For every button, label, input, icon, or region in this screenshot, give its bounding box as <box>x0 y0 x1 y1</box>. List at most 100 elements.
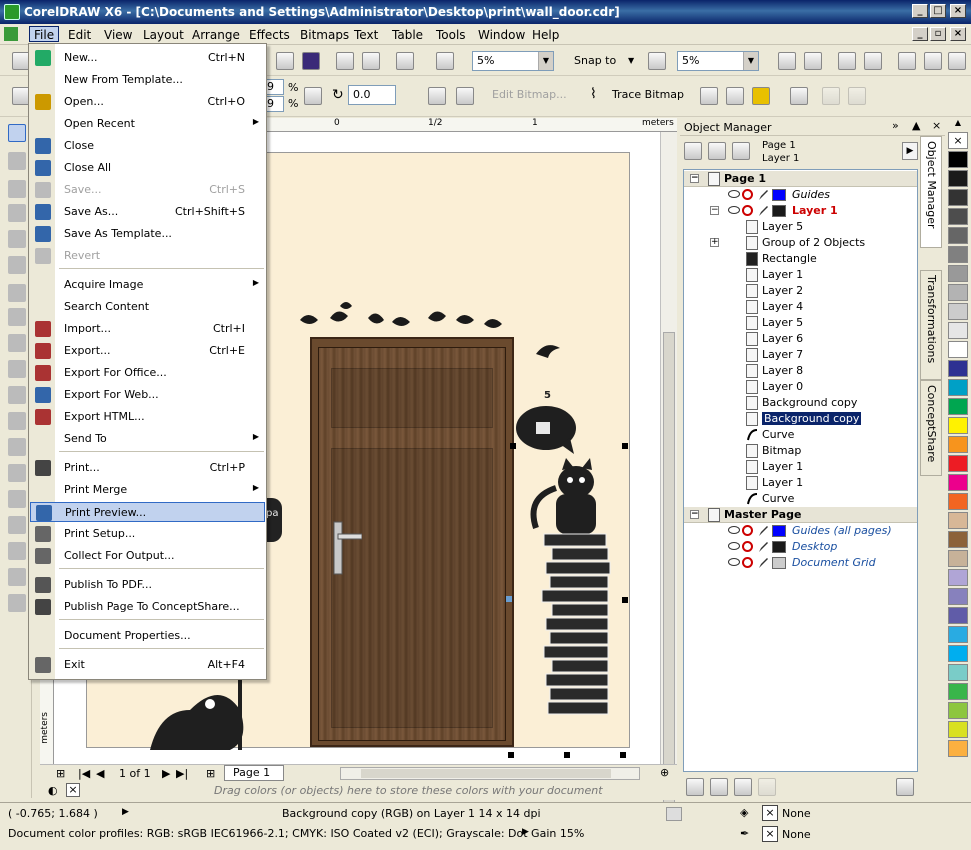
visibility-eye-icon[interactable] <box>728 190 740 198</box>
zoom-in-icon[interactable] <box>778 52 796 70</box>
menu-item-save-as[interactable]: Save As... Ctrl+Shift+S <box>30 202 265 222</box>
editable-pencil-icon[interactable] <box>758 541 768 553</box>
publish-pdf-icon[interactable] <box>362 52 380 70</box>
selection-handle[interactable] <box>622 597 628 603</box>
zoom-out-icon[interactable] <box>804 52 822 70</box>
editable-pencil-icon[interactable] <box>758 525 768 537</box>
zoom-width-icon[interactable] <box>924 52 942 70</box>
layer-color-swatch[interactable] <box>772 205 786 217</box>
menu-tools[interactable]: Tools <box>432 27 470 43</box>
new-master-layer-odd-icon[interactable] <box>758 778 776 796</box>
cat-on-books[interactable] <box>516 452 626 722</box>
tree-object-row[interactable]: Layer 7 <box>684 347 917 363</box>
tree-object-row[interactable]: Background copy <box>684 395 917 411</box>
layer-manager-view-icon[interactable] <box>732 142 750 160</box>
visibility-eye-icon[interactable] <box>728 542 740 550</box>
color-swatch[interactable] <box>948 208 968 225</box>
tab-object-manager[interactable]: Object Manager <box>920 136 942 248</box>
color-swatch[interactable] <box>948 379 968 396</box>
menu-item-print-preview[interactable]: Print Preview... <box>30 502 265 522</box>
lock-ratio-icon[interactable] <box>304 87 322 105</box>
color-swatch[interactable] <box>948 569 968 586</box>
menu-item-publish-conceptshare[interactable]: Publish Page To ConceptShare... <box>30 597 265 617</box>
selection-handle[interactable] <box>506 596 512 602</box>
tree-object-row[interactable]: Layer 8 <box>684 363 917 379</box>
scroll-thumb[interactable] <box>361 769 611 778</box>
undo-icon[interactable] <box>436 52 454 70</box>
color-swatch[interactable] <box>948 265 968 282</box>
color-swatch[interactable] <box>948 436 968 453</box>
proofing-icon[interactable] <box>666 807 682 821</box>
menu-item-print[interactable]: Print... Ctrl+P <box>30 458 265 478</box>
new-master-layer-icon[interactable] <box>710 778 728 796</box>
tree-object-row[interactable]: Curve <box>684 491 917 507</box>
menu-effects[interactable]: Effects <box>245 27 294 43</box>
options-icon[interactable] <box>648 52 666 70</box>
crop-tool-icon[interactable] <box>8 180 26 198</box>
tree-page-row[interactable]: − Page 1 <box>684 171 917 187</box>
application-launcher-icon[interactable] <box>302 52 320 70</box>
page-tab[interactable]: Page 1 <box>224 765 284 781</box>
menu-bitmaps[interactable]: Bitmaps <box>296 27 353 43</box>
tree-object-row[interactable]: Bitmap <box>684 443 917 459</box>
printable-toggle-icon[interactable] <box>742 541 753 552</box>
close-button[interactable]: × <box>950 4 966 18</box>
eyedropper-tool-icon[interactable] <box>8 516 26 534</box>
outline-pen-icon[interactable] <box>8 542 26 560</box>
to-front-icon[interactable] <box>822 87 840 105</box>
editable-pencil-icon[interactable] <box>758 189 768 201</box>
tree-object-row[interactable]: Rectangle <box>684 251 917 267</box>
tree-object-row[interactable]: Layer 5 <box>684 315 917 331</box>
vertical-scrollbar[interactable] <box>660 132 677 832</box>
mirror-vertical-icon[interactable] <box>456 87 474 105</box>
editable-pencil-icon[interactable] <box>758 557 768 569</box>
new-layer-icon[interactable] <box>686 778 704 796</box>
basic-shapes-icon[interactable] <box>8 360 26 378</box>
trace-bitmap-button[interactable]: Trace Bitmap <box>612 88 684 101</box>
color-swatch[interactable] <box>948 626 968 643</box>
menu-item-export-for-office[interactable]: Export For Office... <box>30 363 265 383</box>
menu-item-save[interactable]: Save... Ctrl+S <box>30 180 265 200</box>
docker-expand-icon[interactable]: » <box>892 119 899 132</box>
color-swatch[interactable] <box>948 303 968 320</box>
tree-layer-row[interactable]: Guides (all pages) <box>684 523 917 539</box>
doc-minimize-button[interactable]: _ <box>912 27 928 41</box>
zoom-tool-icon[interactable] <box>8 204 26 222</box>
color-swatch[interactable] <box>948 588 968 605</box>
dimension-tool-icon[interactable] <box>8 438 26 456</box>
color-swatch[interactable] <box>948 740 968 757</box>
fill-tool-icon[interactable] <box>8 568 26 586</box>
expand-icon[interactable]: + <box>710 238 719 247</box>
zoom-all-icon[interactable] <box>864 52 882 70</box>
menu-text[interactable]: Text <box>350 27 382 43</box>
interactive-fill-icon[interactable] <box>8 594 26 612</box>
color-swatch[interactable] <box>948 531 968 548</box>
selection-handle[interactable] <box>620 752 626 758</box>
color-swatch[interactable] <box>948 189 968 206</box>
docker-close-icon[interactable]: × <box>932 119 941 132</box>
shape-tool-icon[interactable] <box>8 152 26 170</box>
interactive-tool-icon[interactable] <box>8 490 26 508</box>
color-eyedropper-icon[interactable]: ◐ <box>48 784 58 797</box>
document-icon[interactable] <box>4 27 18 41</box>
menu-item-acquire-image[interactable]: Acquire Image ▶ <box>30 275 265 295</box>
menu-item-document-properties[interactable]: Document Properties... <box>30 626 265 646</box>
menu-item-export-html[interactable]: Export HTML... <box>30 407 265 427</box>
tree-object-row[interactable]: Curve <box>684 427 917 443</box>
color-swatch[interactable] <box>948 417 968 434</box>
tree-object-row[interactable]: Layer 6 <box>684 331 917 347</box>
first-page-icon[interactable]: ⊞ <box>56 767 65 780</box>
snap-chevron-icon[interactable]: ▼ <box>628 56 634 65</box>
menu-item-import[interactable]: Import... Ctrl+I <box>30 319 265 339</box>
printable-toggle-icon[interactable] <box>742 189 753 200</box>
zoom-selected-icon[interactable] <box>838 52 856 70</box>
smart-fill-icon[interactable] <box>8 256 26 274</box>
snap-to-dropdown[interactable]: Snap to <box>574 54 616 67</box>
color-swatch[interactable] <box>948 683 968 700</box>
edit-bitmap-button[interactable]: Edit Bitmap... <box>492 88 567 101</box>
menu-arrange[interactable]: Arrange <box>188 27 244 43</box>
menu-item-revert[interactable]: Revert <box>30 246 265 266</box>
maximize-button[interactable]: □ <box>930 4 946 18</box>
color-swatch[interactable] <box>948 398 968 415</box>
tree-layer-row[interactable]: Document Grid <box>684 555 917 571</box>
